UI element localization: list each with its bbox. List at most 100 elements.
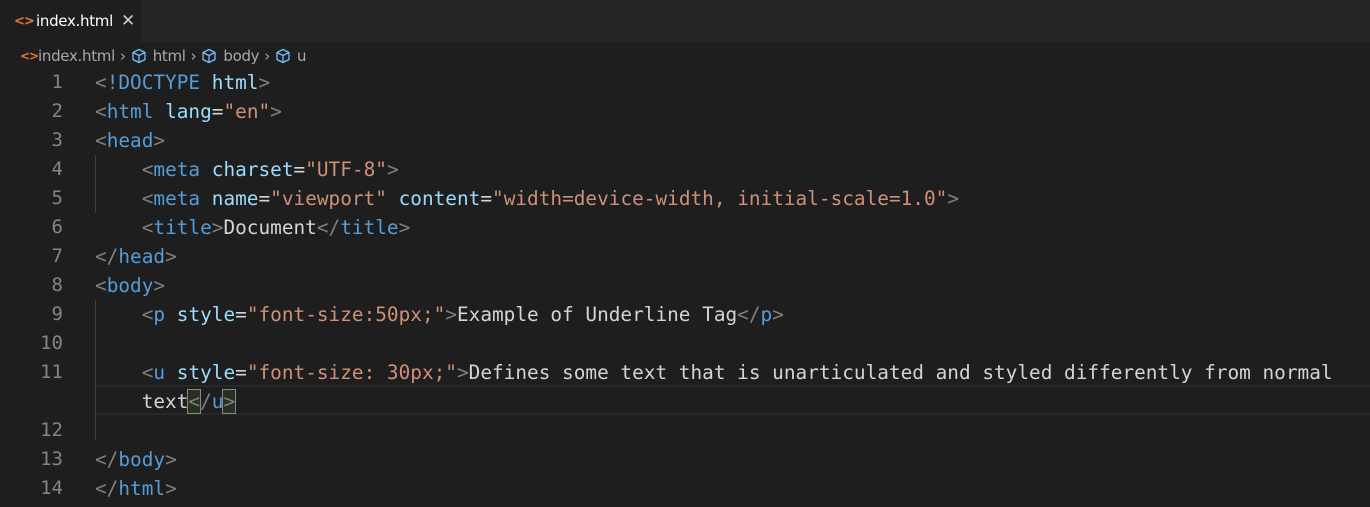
code-line[interactable]: 12 [0,416,1370,445]
code-line[interactable]: 5 <meta name="viewport" content="width=d… [0,184,1370,213]
code-line[interactable]: 14 </html> [0,474,1370,503]
text: text [95,390,189,413]
code-line[interactable]: 13 </body> [0,445,1370,474]
code-line[interactable]: 3 <head> [0,126,1370,155]
code-text: <!DOCTYPE html> [95,68,270,97]
code-line[interactable]: 4 <meta charset="UTF-8"> [0,155,1370,184]
tag-name: p [760,303,773,326]
tab-label: index.html [36,12,113,30]
code-text: </html> [95,474,177,503]
attribute-value: "viewport" [270,187,387,210]
attribute-value: "font-size: 30px;" [246,361,457,384]
code-text: <p style="font-size:50px;">Example of Un… [95,300,784,329]
code-line[interactable]: 6 <title>Document</title> [0,213,1370,242]
tag-name: meta [153,158,201,181]
breadcrumb-file[interactable]: index.html [38,47,115,65]
punctuation: > [772,303,784,326]
punctuation: </ [95,477,119,500]
code-text: <u style="font-size: 30px;">Defines some… [95,358,1333,387]
punctuation: < [95,129,107,152]
attribute-name: style [176,361,236,384]
code-text: <body> [95,271,165,300]
chevron-right-icon: › [190,47,197,65]
punctuation: < [141,187,154,210]
attribute-value: "width=device-width, initial-scale=1.0" [492,187,948,210]
punctuation: > [153,129,166,152]
code-text: <meta charset="UTF-8"> [95,155,399,184]
html-file-icon: <> [14,13,35,29]
line-number: 6 [51,216,63,238]
code-line[interactable]: 10 [0,329,1370,358]
punctuation: > [386,158,399,181]
code-text: <html lang="en"> [95,97,282,126]
line-number: 4 [51,158,63,180]
text: = [258,187,271,210]
punctuation: > [211,216,224,239]
line-number: 5 [51,187,63,209]
text: Defines some text that is unarticulated … [468,361,1333,384]
punctuation: > [258,71,271,94]
chevron-right-icon: › [119,47,126,65]
bracket-match: < [187,389,202,414]
line-number: 1 [51,71,63,93]
punctuation: > [165,245,177,268]
text [165,361,177,384]
punctuation: > [165,448,177,471]
code-line[interactable]: 11 <u style="font-size: 30px;">Defines s… [0,358,1370,387]
line-number: 3 [51,129,63,151]
text: = [480,187,493,210]
code-text: <title>Document</title> [95,213,411,242]
line-number: 10 [40,332,63,354]
text [153,100,165,123]
punctuation: > [165,477,177,500]
text [200,187,212,210]
line-number: 12 [40,419,63,441]
cube-icon [276,48,290,64]
attribute-name: style [176,303,236,326]
attribute-name: content [398,187,481,210]
text: = [235,361,247,384]
punctuation: </ [316,216,341,239]
breadcrumb-item-u[interactable]: u [297,47,307,65]
attribute-name: name [211,187,259,210]
text: Example of Underline Tag [456,303,738,326]
attribute-value: "en" [223,100,271,123]
code-line[interactable]: 1 <!DOCTYPE html> [0,68,1370,97]
chevron-right-icon: › [264,47,270,65]
text [95,158,142,181]
cube-icon [202,48,217,64]
code-line[interactable]: 7 </head> [0,242,1370,271]
tag-name: html [106,100,154,123]
tab-bar: <> index.html ✕ [0,0,1370,42]
code-text: </head> [95,242,177,271]
tag-name: u [153,361,166,384]
code-line[interactable]: 2 <html lang="en"> [0,97,1370,126]
text [95,361,142,384]
punctuation: </ [95,448,119,471]
line-number: 13 [40,448,63,470]
line-number: 11 [40,361,63,383]
close-icon[interactable]: ✕ [121,11,135,31]
text: Document [223,216,317,239]
punctuation: < [95,274,107,297]
code-line[interactable]: 8 <body> [0,271,1370,300]
html-file-icon: <> [20,49,39,63]
punctuation: > [456,361,469,384]
attribute-value: "UTF-8" [305,158,387,181]
attribute-name: charset [211,158,294,181]
text [200,158,212,181]
breadcrumb-item-body[interactable]: body [223,47,259,65]
tag-name: p [153,303,166,326]
code-text: <head> [95,126,165,155]
code-editor[interactable]: 1 <!DOCTYPE html> 2 <html lang="en"> 3 <head>… [0,68,1370,507]
code-line-wrap[interactable]: text</u> [0,387,1370,416]
text: = [293,158,306,181]
tab-index-html[interactable]: <> index.html ✕ [0,0,141,42]
breadcrumb-item-html[interactable]: html [153,47,186,65]
code-line[interactable]: 9 <p style="font-size:50px;">Example of … [0,300,1370,329]
punctuation: </ [737,303,761,326]
punctuation: < [141,158,154,181]
code-text: </body> [95,445,177,474]
bracket-match: > [222,389,237,414]
punctuation: < [95,71,107,94]
